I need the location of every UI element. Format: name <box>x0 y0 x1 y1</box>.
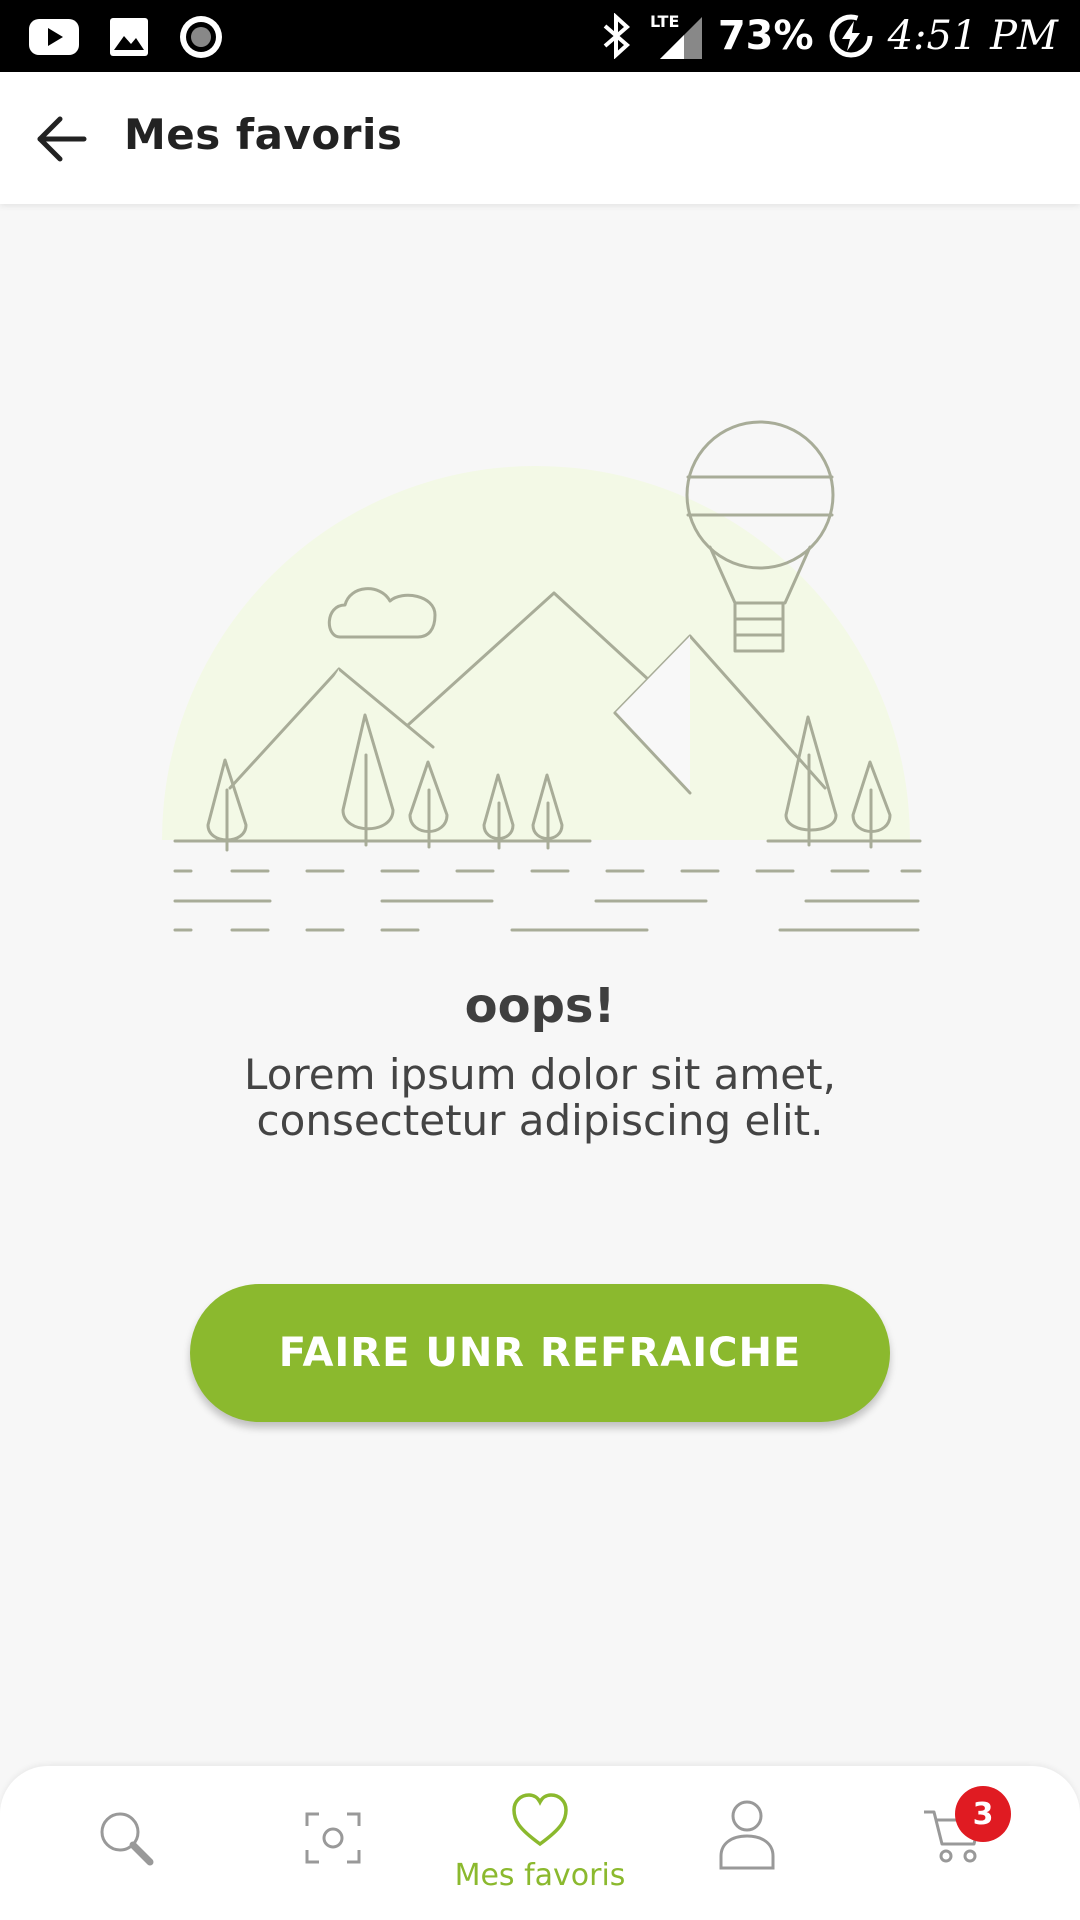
ground-lines <box>173 839 922 932</box>
empty-state-heading: oops! <box>464 978 616 1034</box>
search-icon <box>100 1812 154 1866</box>
network-label: LTE <box>650 12 679 31</box>
nav-item-scan[interactable] <box>225 1766 441 1920</box>
gallery-icon <box>110 18 148 56</box>
arrow-left-icon <box>37 116 87 162</box>
clock: 4:51 PM <box>887 13 1058 59</box>
user-icon <box>719 1800 775 1870</box>
nav-item-search[interactable] <box>18 1766 234 1920</box>
refresh-button[interactable]: FAIRE UNR REFRAICHE <box>190 1284 890 1422</box>
nav-item-profile[interactable] <box>639 1766 855 1920</box>
nav-item-cart[interactable] <box>846 1766 1062 1920</box>
app-bar: Mes favoris <box>0 72 1080 204</box>
scan-icon <box>305 1812 361 1864</box>
signal-icon: LTE <box>650 12 702 59</box>
battery-charging-icon <box>829 14 873 58</box>
battery-percentage: 73% <box>717 13 814 59</box>
bluetooth-icon <box>603 13 630 59</box>
youtube-icon <box>29 19 79 55</box>
record-icon <box>180 16 222 58</box>
back-button[interactable] <box>30 108 100 170</box>
page-title: Mes favoris <box>124 110 403 159</box>
status-right: LTE 73% 4:51 PM <box>600 0 1058 72</box>
status-bar: LTE 73% 4:51 PM <box>0 0 1080 72</box>
nav-item-favorites[interactable]: Mes favoris <box>432 1766 648 1920</box>
empty-landscape-illustration <box>162 420 922 932</box>
status-left-icons <box>28 14 224 60</box>
nav-label-favorites: Mes favoris <box>454 1858 626 1893</box>
empty-state-message: Lorem ipsum dolor sit amet, consectetur … <box>244 1050 836 1145</box>
cart-count-badge: 3 <box>955 1786 1011 1842</box>
heart-icon <box>512 1793 568 1847</box>
bottom-navigation: Mes favoris 3 <box>0 1766 1080 1920</box>
